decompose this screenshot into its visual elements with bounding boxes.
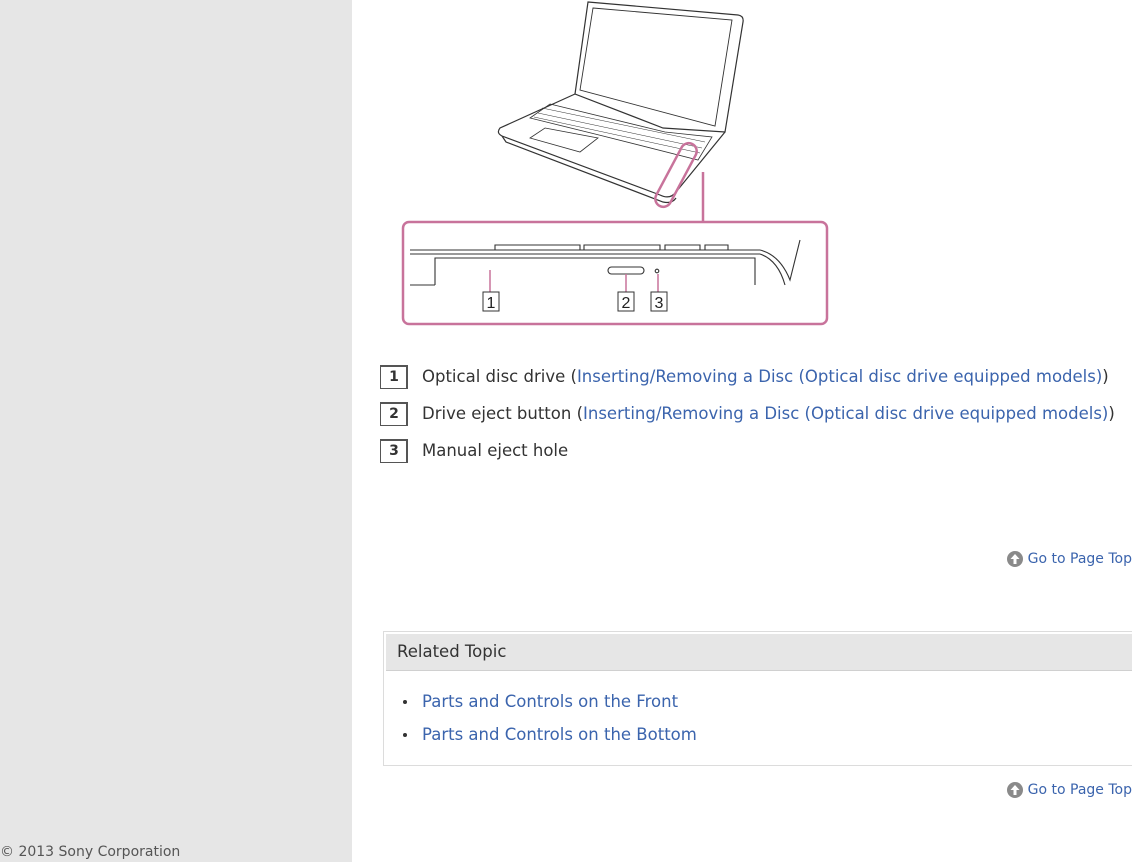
arrow-up-circle-icon bbox=[1006, 782, 1023, 798]
part-suffix: ) bbox=[1102, 367, 1109, 386]
arrow-up-circle-icon bbox=[1006, 551, 1023, 567]
copyright: © 2013 Sony Corporation bbox=[0, 844, 181, 860]
go-to-page-top-link[interactable]: Go to Page Top bbox=[1006, 782, 1132, 798]
part-link[interactable]: Inserting/Removing a Disc (Optical disc … bbox=[577, 367, 1102, 386]
part-item: 3 Manual eject hole bbox=[380, 438, 1120, 463]
part-suffix: ) bbox=[1108, 404, 1115, 423]
part-number-badge: 1 bbox=[380, 365, 408, 389]
go-to-page-top-label[interactable]: Go to Page Top bbox=[1028, 551, 1132, 567]
related-links: Parts and Controls on the Front Parts an… bbox=[384, 685, 1132, 751]
callout-2: 2 bbox=[622, 295, 631, 312]
part-item: 1 Optical disc drive (Inserting/Removing… bbox=[380, 364, 1120, 389]
related-topic-box: Related Topic Parts and Controls on the … bbox=[383, 631, 1132, 766]
callout-3: 3 bbox=[655, 295, 664, 312]
go-to-page-top-link[interactable]: Go to Page Top bbox=[1006, 551, 1132, 567]
sidebar bbox=[0, 0, 352, 862]
part-number-badge: 3 bbox=[380, 439, 408, 463]
related-link[interactable]: Parts and Controls on the Front bbox=[422, 692, 678, 711]
callout-1: 1 bbox=[487, 295, 496, 312]
part-label: Manual eject hole bbox=[422, 441, 569, 460]
part-label: Optical disc drive ( bbox=[422, 367, 577, 386]
part-link[interactable]: Inserting/Removing a Disc (Optical disc … bbox=[583, 404, 1108, 423]
parts-legend: 1 Optical disc drive (Inserting/Removing… bbox=[380, 364, 1120, 475]
related-link-item: Parts and Controls on the Front bbox=[403, 685, 1132, 718]
related-link-item: Parts and Controls on the Bottom bbox=[403, 718, 1132, 751]
part-item: 2 Drive eject button (Inserting/Removing… bbox=[380, 401, 1120, 426]
related-topic-title: Related Topic bbox=[386, 634, 1132, 671]
laptop-illustration-svg: 1 2 3 bbox=[401, 1, 829, 326]
laptop-side-illustration: 1 2 3 bbox=[380, 0, 840, 330]
related-link[interactable]: Parts and Controls on the Bottom bbox=[422, 725, 697, 744]
go-to-page-top-label[interactable]: Go to Page Top bbox=[1028, 782, 1132, 798]
part-number-badge: 2 bbox=[380, 402, 408, 426]
part-label: Drive eject button ( bbox=[422, 404, 584, 423]
